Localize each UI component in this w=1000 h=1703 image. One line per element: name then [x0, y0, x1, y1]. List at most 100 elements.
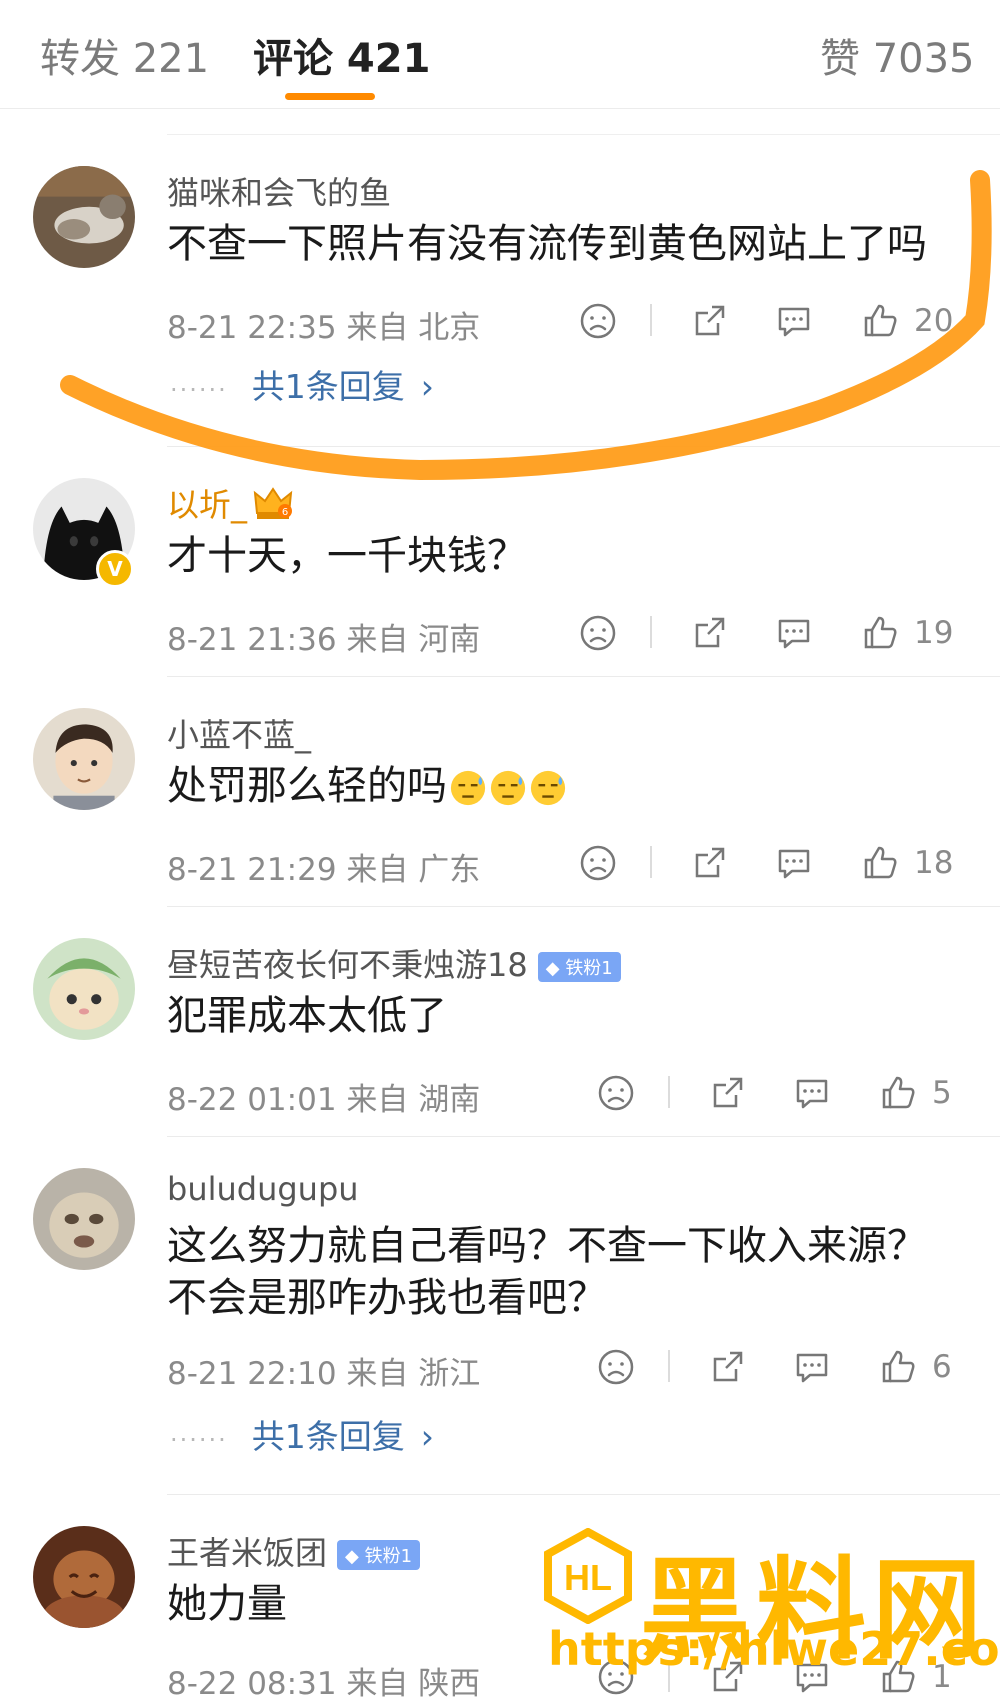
- watermark-url: https://hlwe27.com: [548, 1622, 1000, 1676]
- comment-icon[interactable]: [792, 1068, 832, 1118]
- share-icon[interactable]: [690, 296, 730, 346]
- share-icon[interactable]: [690, 608, 730, 658]
- username[interactable]: 以圻_ 6: [167, 480, 293, 529]
- active-tab-indicator: [285, 93, 375, 100]
- comment-text-line-2: 不会是那咋办我也看吧？: [167, 1275, 607, 1321]
- like-count: 20: [914, 303, 954, 339]
- avatar[interactable]: [33, 708, 135, 810]
- reply-count: 共1条回复: [251, 1417, 405, 1456]
- tab-comments[interactable]: 评论 421: [253, 26, 430, 84]
- comment-icon[interactable]: [774, 838, 814, 888]
- dots: ······: [170, 376, 228, 404]
- comment-tabs: 转发 221 评论 421 赞 7035: [0, 0, 1000, 109]
- divider: [167, 446, 1000, 447]
- username-text: 以圻_: [167, 486, 248, 524]
- divider: [167, 906, 1000, 907]
- dislike-icon[interactable]: [578, 608, 618, 658]
- comment-meta: 8-22 08:31 来自 陕西: [167, 1666, 481, 1702]
- comment-text: 才十天，一千块钱？: [167, 533, 527, 579]
- divider: [167, 1494, 1000, 1495]
- like-button[interactable]: 6: [878, 1342, 952, 1392]
- fan-badge-label: 铁粉1: [565, 958, 613, 979]
- action-divider: [650, 304, 652, 336]
- comment-icon[interactable]: [774, 296, 814, 346]
- username[interactable]: 小蓝不蓝_: [167, 710, 311, 756]
- dislike-icon[interactable]: [578, 838, 618, 888]
- comment-icon[interactable]: [792, 1342, 832, 1392]
- svg-text:HL: HL: [564, 1557, 612, 1598]
- share-icon[interactable]: [690, 838, 730, 888]
- username[interactable]: buludugupu: [167, 1170, 359, 1208]
- avatar[interactable]: [33, 1526, 135, 1628]
- reply-count: 共1条回复: [251, 367, 405, 406]
- thumbs-up-icon: [864, 846, 897, 879]
- username-text: 王者米饭团: [167, 1534, 328, 1572]
- thumbs-up-icon: [882, 1350, 915, 1383]
- dots: ······: [170, 1426, 228, 1454]
- like-button[interactable]: 19: [860, 608, 953, 658]
- comment-text: 她力量: [167, 1581, 287, 1627]
- fan-badge: ◆ 铁粉1: [337, 1540, 421, 1570]
- diamond-icon: ◆: [345, 1546, 359, 1567]
- share-icon[interactable]: [708, 1068, 748, 1118]
- tab-repost[interactable]: 转发 221: [40, 26, 209, 84]
- like-button[interactable]: 5: [878, 1068, 952, 1118]
- thumbs-up-icon: [864, 304, 897, 337]
- comment-text-content: 处罚那么轻的吗: [167, 763, 447, 809]
- avatar[interactable]: [33, 166, 135, 268]
- avatar[interactable]: [33, 938, 135, 1040]
- username[interactable]: 王者米饭团 ◆ 铁粉1: [167, 1528, 421, 1574]
- fan-badge: ◆ 铁粉1: [537, 952, 621, 982]
- comment-actions: 18: [578, 838, 978, 888]
- thumbs-up-icon: [864, 616, 897, 649]
- comment-meta: 8-21 21:36 来自 河南: [167, 622, 481, 658]
- action-divider: [650, 846, 652, 878]
- sweat-emoji-icon: [490, 770, 526, 806]
- dislike-icon[interactable]: [578, 296, 618, 346]
- action-divider: [668, 1350, 670, 1382]
- comment-meta: 8-22 01:01 来自 湖南: [167, 1082, 481, 1118]
- comment-text-line-1: 这么努力就自己看吗？不查一下收入来源？: [167, 1223, 927, 1269]
- like-button[interactable]: 20: [860, 296, 953, 346]
- divider: [167, 676, 1000, 677]
- sweat-emoji-icon: [450, 770, 486, 806]
- chevron-right-icon: ›: [420, 367, 434, 406]
- svg-text:6: 6: [282, 507, 288, 518]
- comment-text: 犯罪成本太低了: [167, 993, 447, 1039]
- comment-actions: 20: [578, 296, 978, 346]
- comment-actions: 5: [596, 1068, 996, 1118]
- action-divider: [650, 616, 652, 648]
- fan-badge-label: 铁粉1: [364, 1546, 413, 1567]
- crown-icon: 6: [253, 485, 293, 529]
- comment-text: 处罚那么轻的吗: [167, 760, 567, 812]
- verified-badge: V: [96, 550, 134, 588]
- like-count: 5: [932, 1075, 952, 1111]
- thumbs-up-icon: [882, 1076, 915, 1109]
- tab-likes[interactable]: 赞 7035: [820, 26, 975, 84]
- username-text: 昼短苦夜长何不秉烛游18: [167, 946, 528, 984]
- view-replies-link[interactable]: ······ 共1条回复 ›: [170, 1410, 434, 1458]
- comment-text: 不查一下照片有没有流传到黄色网站上了吗: [167, 221, 927, 267]
- comment-meta: 8-21 21:29 来自 广东: [167, 852, 481, 888]
- comment-meta: 8-21 22:10 来自 浙江: [167, 1356, 481, 1392]
- share-icon[interactable]: [708, 1342, 748, 1392]
- divider: [167, 134, 1000, 135]
- avatar[interactable]: [33, 1168, 135, 1270]
- dislike-icon[interactable]: [596, 1068, 636, 1118]
- view-replies-link[interactable]: ······ 共1条回复 ›: [170, 360, 434, 408]
- comment-actions: 19: [578, 608, 978, 658]
- diamond-icon: ◆: [545, 958, 560, 979]
- username[interactable]: 昼短苦夜长何不秉烛游18 ◆ 铁粉1: [167, 940, 621, 986]
- username[interactable]: 猫咪和会飞的鱼: [167, 168, 391, 214]
- comment-meta: 8-21 22:35 来自 北京: [167, 310, 481, 346]
- dislike-icon[interactable]: [596, 1342, 636, 1392]
- action-divider: [668, 1076, 670, 1108]
- sweat-emoji-icon: [530, 770, 566, 806]
- like-button[interactable]: 18: [860, 838, 953, 888]
- like-count: 18: [914, 845, 954, 881]
- comment-actions: 6: [596, 1342, 996, 1392]
- watermark-logo: HL: [544, 1528, 632, 1624]
- chevron-right-icon: ›: [420, 1417, 434, 1456]
- comment-icon[interactable]: [774, 608, 814, 658]
- like-count: 19: [914, 615, 954, 651]
